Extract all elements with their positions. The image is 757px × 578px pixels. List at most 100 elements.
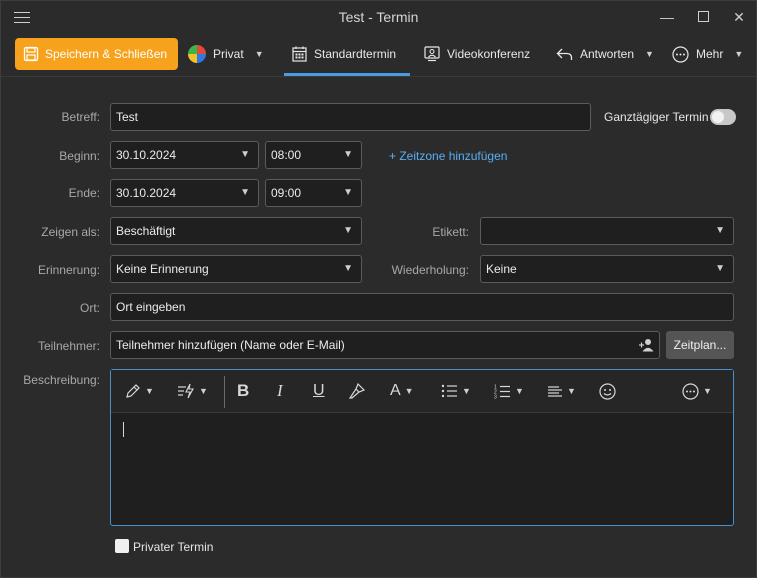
repeat-select[interactable]: Keine ▼ <box>480 255 734 283</box>
end-date-picker[interactable]: 30.10.2024 ▼ <box>110 179 259 207</box>
chevron-down-icon: ▼ <box>343 187 353 198</box>
repeat-value: Keine <box>486 262 517 276</box>
tab-standard-label: Standardtermin <box>314 47 397 61</box>
schedule-button[interactable]: Zeitplan... <box>666 331 734 359</box>
pen-style-button[interactable]: ▼ <box>125 381 154 401</box>
show-as-value: Beschäftigt <box>116 224 176 238</box>
chevron-down-icon: ▼ <box>715 263 725 274</box>
chevron-down-icon: ▼ <box>343 263 353 274</box>
text-caret <box>123 422 124 437</box>
emoji-button[interactable] <box>599 381 616 401</box>
font-color-label: A <box>390 382 401 399</box>
emoji-icon <box>599 382 616 400</box>
location-input[interactable]: Ort eingeben <box>110 293 734 321</box>
chevron-down-icon: ▼ <box>199 386 208 396</box>
video-conference-icon <box>424 46 440 62</box>
attendees-placeholder: Teilnehmer hinzufügen (Name oder E-Mail) <box>116 338 345 352</box>
chevron-down-icon: ▼ <box>343 225 353 236</box>
editor-toolbar: ▼ ▼ B I U A ▼ ▼ 123 ▼ ▼ ▼ <box>111 370 733 413</box>
end-time-picker[interactable]: 09:00 ▼ <box>265 179 362 207</box>
add-timezone-link[interactable]: + Zeitzone hinzufügen <box>389 149 507 163</box>
chevron-down-icon: ▼ <box>567 386 576 396</box>
align-left-icon <box>548 386 562 397</box>
more-formatting-button[interactable]: ▼ <box>682 381 712 401</box>
numbered-list-icon: 123 <box>494 384 510 399</box>
chevron-down-icon: ▼ <box>715 225 725 236</box>
repeat-label: Wiederholung: <box>391 263 469 277</box>
chevron-down-icon: ▼ <box>703 386 712 396</box>
subject-label: Betreff: <box>61 110 100 124</box>
attendees-input[interactable]: Teilnehmer hinzufügen (Name oder E-Mail) <box>110 331 660 359</box>
reminder-select[interactable]: Keine Erinnerung ▼ <box>110 255 362 283</box>
reminder-value: Keine Erinnerung <box>116 262 209 276</box>
format-painter-icon <box>349 383 365 399</box>
italic-button[interactable]: I <box>277 381 283 401</box>
chevron-down-icon: ▼ <box>462 386 471 396</box>
save-close-label: Speichern & Schließen <box>45 47 168 61</box>
reminder-label: Erinnerung: <box>37 263 100 277</box>
tag-label: Etikett: <box>432 225 469 239</box>
category-label: Privat <box>213 47 244 61</box>
format-painter-button[interactable] <box>349 381 365 401</box>
chevron-down-icon: ▼ <box>645 49 654 59</box>
more-icon <box>672 45 689 63</box>
reply-button[interactable]: Antworten ▼ <box>556 38 654 70</box>
save-icon <box>23 46 39 62</box>
end-time-value: 09:00 <box>271 186 302 200</box>
save-close-button[interactable]: Speichern & Schließen <box>15 38 178 70</box>
more-icon <box>682 382 699 400</box>
pen-icon <box>126 384 140 398</box>
ribbon: Speichern & Schließen Privat ▼ Standardt… <box>1 35 756 77</box>
begin-time-picker[interactable]: 08:00 ▼ <box>265 141 362 169</box>
attendees-label: Teilnehmer: <box>37 339 100 353</box>
align-button[interactable]: ▼ <box>547 381 576 401</box>
video-conference-button[interactable]: Videokonferenz <box>424 38 530 70</box>
tag-select[interactable]: ▼ <box>480 217 734 245</box>
calendar-icon <box>292 46 307 62</box>
more-button[interactable]: Mehr ▼ <box>672 38 743 70</box>
begin-date-picker[interactable]: 30.10.2024 ▼ <box>110 141 259 169</box>
minimize-icon[interactable]: — <box>655 7 679 27</box>
close-icon[interactable]: ✕ <box>727 7 751 27</box>
maximize-icon[interactable] <box>691 7 715 27</box>
description-label: Beschreibung: <box>23 373 100 387</box>
more-label: Mehr <box>696 47 724 61</box>
svg-text:3: 3 <box>494 394 497 399</box>
bullet-list-button[interactable]: ▼ <box>441 381 471 401</box>
window-title: Test - Termin <box>338 9 419 25</box>
chevron-down-icon: ▼ <box>145 386 154 396</box>
chevron-down-icon: ▼ <box>343 149 353 160</box>
location-label: Ort: <box>80 301 100 315</box>
begin-label: Beginn: <box>59 149 100 163</box>
category-color-icon <box>188 45 206 63</box>
title-bar: Test - Termin — ✕ <box>1 1 756 35</box>
styles-button[interactable]: ▼ <box>177 381 208 401</box>
subject-input[interactable]: Test <box>110 103 591 131</box>
active-tab-indicator <box>284 73 410 76</box>
styles-icon <box>178 383 194 399</box>
reply-label: Antworten <box>580 47 635 61</box>
end-date-value: 30.10.2024 <box>116 186 177 200</box>
font-color-button[interactable]: A ▼ <box>390 381 414 401</box>
video-conference-label: Videokonferenz <box>447 47 531 61</box>
description-editor[interactable]: ▼ ▼ B I U A ▼ ▼ 123 ▼ ▼ ▼ <box>110 369 734 526</box>
tab-standard-appointment[interactable]: Standardtermin <box>292 38 396 70</box>
show-as-select[interactable]: Beschäftigt ▼ <box>110 217 362 245</box>
bullet-list-icon <box>441 384 457 398</box>
bold-button[interactable]: B <box>237 381 249 401</box>
category-button[interactable]: Privat ▼ <box>188 38 264 70</box>
chevron-down-icon: ▼ <box>515 386 524 396</box>
allday-toggle[interactable] <box>710 109 736 125</box>
chevron-down-icon: ▼ <box>254 49 264 59</box>
chevron-down-icon: ▼ <box>734 49 744 59</box>
chevron-down-icon: ▼ <box>404 386 414 396</box>
chevron-down-icon: ▼ <box>240 187 250 198</box>
show-as-label: Zeigen als: <box>41 225 100 239</box>
private-checkbox[interactable] <box>115 539 129 553</box>
add-person-icon[interactable] <box>639 338 654 352</box>
underline-button[interactable]: U <box>313 381 325 401</box>
begin-date-value: 30.10.2024 <box>116 148 177 162</box>
chevron-down-icon: ▼ <box>240 149 250 160</box>
appointment-window: Test - Termin — ✕ Speichern & Schließen … <box>0 0 757 578</box>
numbered-list-button[interactable]: 123 ▼ <box>494 381 524 401</box>
